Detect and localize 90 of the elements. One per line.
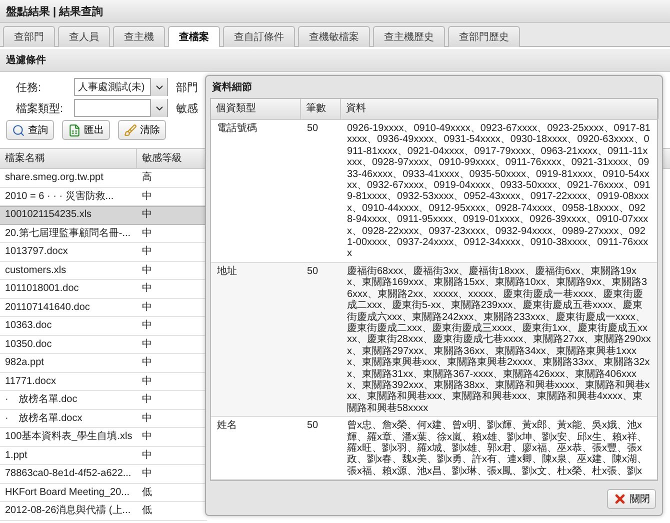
table-cell-text: 中 [141,450,153,462]
table-cell-text: 100基本資料表_學生自填.xls [4,431,134,444]
table-row[interactable]: · 放榜名單.docx 中 [0,410,207,428]
table-cell-text: 中 [141,228,153,240]
column-header[interactable]: 檔案名稱 [0,149,137,168]
table-cell-text: 中 [141,264,153,277]
table-cell-text: 201107141640.doc [4,302,91,314]
table-cell-text: share.smeg.org.tw.ppt [4,172,104,184]
table-cell-text: 2010 = 6 · · · 災害防救... [4,190,115,203]
table-row[interactable]: 1.ppt 中 [0,446,207,465]
table-cell-text: 0926-19xxxx、0910-49xxxx、0923-67xxxx、0923-25xxxx、0917-81xxxx、0936-49xxxx、0931-54xxxx、0930-18xxxx、0920-63xxxx、0911-81xxxx、0921-04xxxx、0917-79xxxx、0963-21xxxx、0911-11xxxx、0928-97xxxx、0910-99xxxx、0911-76xxxx、0921-31xxxx、0933-46xxxx、0933-41xxxx、0935-50xxxx、0919-81xxxx、0910-54xxxx、0932-67xxxx、0919-04xxxx、0933-50xxxx、0921-76xxxx、0919-81xxxx、0932-53xxxx、0952-43xxxx、0917-22xxxx、0919-08xxxx、0910-44xxxx、0912-95xxxx、0928-74xxxx、0958-18xxxx、0928-94xxxx、0911-95xxxx、0919-01xxxx、0926-39xxxx、0910-07xxxx、0928-22xxxx、0937-23xxxx、0932-94xxxx、0989-27xxxx、0921-00xxxx、0937-24xxxx、0912-34xxxx、0910-38xxxx、0911-76xxxx [346,123,652,260]
table-cell-text: 中 [141,209,153,222]
table-row[interactable]: share.smeg.org.tw.ppt 高 [0,169,207,188]
table-cell-text: 中 [141,468,153,480]
tab[interactable]: 查主機歷史 [373,26,445,47]
export-button[interactable]: 匯出 [62,120,110,140]
table-cell-text: 中 [141,431,153,444]
dropdown-field[interactable]: 人事處測試(未) [74,78,168,96]
tab[interactable]: 查檔案 [168,26,220,47]
section-header: 過濾條件 [0,49,670,72]
column-header: 資料 [341,99,659,119]
field-label: 部門 [176,80,198,94]
table-row[interactable]: 11771.docx 中 [0,372,207,391]
table-cell-text: 姓名 [216,420,238,434]
table-cell-text: 78863ca0-8e1d-4f52-a622... [4,468,132,480]
table-row[interactable]: 1001021154235.xls 中 [0,206,207,224]
clear-button[interactable]: 清除 [118,120,166,140]
table-row[interactable]: 10363.doc 中 [0,317,207,336]
table-cell-text: 10363.doc [4,320,53,332]
tab[interactable]: 查部門 [3,26,55,47]
table-cell-text: 電話號碼 [216,123,258,136]
table-cell-text: 1001021154235.xls [4,209,93,222]
search-button[interactable]: 查詢 [6,120,54,140]
table-cell-text: 中 [141,394,153,406]
column-header: 筆數 [301,99,341,119]
table-cell-text: 低 [141,505,153,518]
table-cell-text: 曾x忠、詹x榮、何x建、曾x明、劉x輝、黃x郎、黃x能、吳x娥、池x輝、羅x章、潘x葉、徐x嵐、賴x雄、劉x坤、劉x安、邱x生、賴x祥、羅x旺、劉x羽、羅x城、劉x雄、郭x君、廖x福、巫x恭、張x豐、張x政、劉x春、魏x美、劉x勇、許x有、連x卿、陳x泉、巫x建、陳x湖、張x福、賴x源、池x昌、劉x琳、張x鳳、劉x文、杜x榮、杜x張、劉x [346,420,648,478]
table-cell-text: 中 [141,190,153,203]
table-cell-text: 2012-08-26消息與代禱 (上... [4,505,132,518]
table-row[interactable]: · 放榜名單.doc 中 [0,391,207,410]
page-title: 盤點結果 | 結果查詢 [0,0,670,23]
dialog-title: 資料細節 [211,80,253,95]
table-cell-text: 中 [141,320,153,332]
field-label: 敏感 [176,102,198,116]
table-cell-text: · 放榜名單.docx [4,412,84,425]
table-cell-text: 低 [141,486,153,499]
table-row[interactable]: 2010 = 6 · · · 災害防救... 中 [0,188,207,206]
table-cell-text: 中 [141,376,153,388]
table-row[interactable]: 10350.doc 中 [0,336,207,354]
table-cell-text: 中 [141,412,153,425]
table-row[interactable]: 2012-08-26消息與代禱 (上... 低 [0,502,207,520]
table-row[interactable]: HKFort Board Meeting_20... 低 [0,484,207,502]
table-cell-text: 中 [141,357,153,370]
table-cell-text: 高 [141,172,153,184]
table-row[interactable]: 100基本資料表_學生自填.xls 中 [0,428,207,446]
column-header: 個資類型 [211,99,301,119]
table-row[interactable]: 78863ca0-8e1d-4f52-a622... 中 [0,465,207,484]
table-cell-text: 50 [306,420,320,434]
tab[interactable]: 查主機 [113,26,165,47]
table-cell-text: 慶福街68xxx、慶福街3xx、慶福街18xxx、慶福街6xx、東關路19xx、東關路169xxx、東關路15xx、東關路10xx、東關路9xx、東關路36xxx、東關路2xx、xxxxx、xxxxx、慶東街慶成一巷xxxx、慶東街慶成二xxx、慶東街5-xx、東關路239xxx、慶東街慶成五巷xxxx、慶東街慶成六xxx、東關路242xxx、東關路233xxx、慶東街慶成一xxxx、慶東街慶成二xxx、慶東街慶成三xxxx、慶東街1xx、慶東街慶成五xxxx、慶東街28xxx、慶東街慶成七巷xxxx、東關路27xx、東關路290xxx、東關路297xxx、東關路36xx、東關路34xx、東關路東興巷1xxxx、東關路東興巷xxx、東關路東興巷2xxxx、東關路33xx、東關路32xx、東關路31xx、東關路367-xxxx、東關路426xxx、東關路406xxxx、東關路392xxx、東關路38xx、東關路和興巷xxxx、東關路和興巷xxx、東關路和興巷xxx、東關路和興巷xxx、東關路和興巷4xxxx、東關路和興巷58xxxx [346,266,652,414]
table-cell-text: 11771.docx [4,376,57,388]
table-cell-text: 中 [141,283,153,296]
table-cell-text: customers.xls [4,264,68,277]
field-label: 任務: [15,80,42,94]
table-cell-text: 982a.ppt [4,357,45,370]
table-row[interactable]: 982a.ppt 中 [0,354,207,372]
tab[interactable]: 查機敏檔案 [298,26,370,47]
table-cell-text: · 放榜名單.doc [4,394,78,406]
table-cell-text: 1.ppt [4,450,28,462]
table-cell-text: 1013797.docx [4,246,69,258]
table-row[interactable]: customers.xls 中 [0,262,207,280]
table-cell-text: 10350.doc [4,338,53,351]
table-cell-text: 20.第七屆理監事顧問名冊-... [4,228,132,240]
table-row[interactable]: 1011018001.doc 中 [0,280,207,298]
table-cell-text: 地址 [216,266,238,279]
table-cell-text: 50 [306,266,320,279]
table-cell-text: 1011018001.doc [4,283,80,296]
table-row[interactable]: 201107141640.doc 中 [0,298,207,317]
table-row[interactable]: 20.第七屆理監事顧問名冊-... 中 [0,224,207,243]
tab[interactable]: 查部門歷史 [448,26,520,47]
tab[interactable]: 查人員 [58,26,110,47]
table-cell-text: HKFort Board Meeting_20... [4,486,131,499]
tab[interactable]: 查自訂條件 [223,26,295,47]
table-row[interactable]: 1013797.docx 中 [0,243,207,262]
table-cell-text: 中 [141,246,153,258]
table-cell-text: 中 [141,302,153,314]
field-label: 檔案類型: [15,102,64,116]
table-cell-text: 50 [306,123,320,136]
table-cell-text: 中 [141,338,153,351]
close-button[interactable]: 關閉 [607,489,656,510]
